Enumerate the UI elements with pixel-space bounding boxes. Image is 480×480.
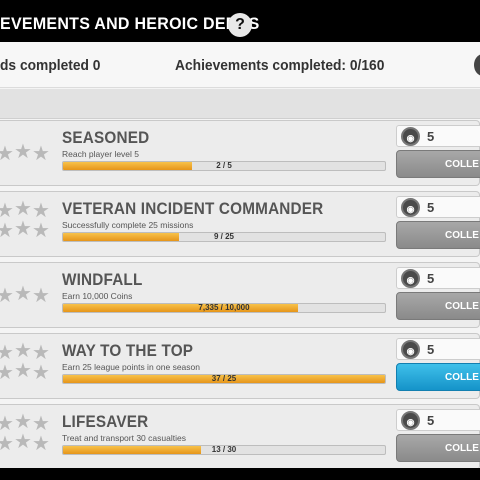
achievement-description: Treat and transport 30 casualties [62,433,186,443]
achievement-row: ★ ★ ★ ★ ★ ★ WAY TO THE TOP Earn 25 league poi… [0,333,480,399]
star-icon: ★ [0,433,14,455]
reward-value: 5 [427,200,435,215]
collect-button[interactable]: COLLE [396,150,480,178]
star-icon: ★ [14,198,32,220]
star-icon: ★ [0,220,14,242]
progress-bar: 9 / 25 [62,232,386,242]
star-icon: ★ [0,362,14,384]
star-icon: ★ [32,220,50,242]
stars-group: ★ ★ ★ [0,129,52,177]
star-icon: ★ [14,360,32,382]
reward-box: ◉ 5 [396,338,480,360]
star-icon: ★ [32,413,50,435]
reward-box: ◉ 5 [396,409,480,431]
achievement-name: SEASONED [62,128,150,147]
star-icon: ★ [0,200,14,222]
progress-bar: 2 / 5 [62,161,386,171]
progress-bar: 7,335 / 10,000 [62,303,386,313]
achievement-row: ★ ★ ★ WINDFALL Earn 10,000 Coins 7,335 / 1… [0,262,480,328]
collect-button[interactable]: COLLE [396,434,480,462]
achievement-row: ★ ★ ★ ★ ★ ★ VETERAN INCIDENT COMMANDER Succes… [0,191,480,257]
star-icon: ★ [32,342,50,364]
star-icon: ★ [32,143,50,165]
reward-value: 5 [427,129,435,144]
star-icon: ★ [14,340,32,362]
star-icon: ★ [0,413,14,435]
achievement-name: WAY TO THE TOP [62,341,194,360]
achievement-name: LIFESAVER [62,412,149,431]
section-divider [0,89,480,119]
title-bar: EVEMENTS AND HEROIC DEEDS ? [0,4,480,42]
bottom-border [0,468,480,480]
medal-icon: ◉ [401,340,420,359]
achievement-description: Earn 10,000 Coins [62,291,133,301]
achievement-row: ★ ★ ★ SEASONED Reach player level 5 2 / 5 … [0,120,480,186]
achievement-description: Successfully complete 25 missions [62,220,194,230]
deeds-completed-count: ds completed 0 [0,57,101,74]
achievements-completed-count: Achievements completed: 0/160 [175,57,385,74]
star-icon: ★ [32,285,50,307]
stars-group: ★ ★ ★ ★ ★ ★ [0,411,52,461]
collect-button[interactable]: COLLE [396,221,480,249]
achievement-name: VETERAN INCIDENT COMMANDER [62,199,324,218]
star-icon: ★ [0,285,14,307]
reward-box: ◉ 5 [396,125,480,147]
progress-text: 9 / 25 [213,232,234,241]
progress-text: 37 / 25 [211,374,237,383]
star-icon: ★ [14,141,32,163]
star-icon: ★ [0,342,14,364]
collect-button[interactable]: COLLE [396,363,480,391]
achievement-description: Earn 25 league points in one season [62,362,200,372]
reward-box: ◉ 5 [396,267,480,289]
stats-bar: ds completed 0 Achievements completed: 0… [0,42,480,88]
star-icon: ★ [14,283,32,305]
progress-text: 2 / 5 [216,161,232,170]
progress-text: 7,335 / 10,000 [198,303,250,312]
achievement-row: ★ ★ ★ ★ ★ ★ LIFESAVER Treat and transport 30 … [0,404,480,468]
achievement-description: Reach player level 5 [62,149,140,159]
close-icon[interactable] [474,54,480,76]
stars-group: ★ ★ ★ ★ ★ ★ [0,198,52,248]
progress-text: 13 / 30 [211,445,237,454]
star-icon: ★ [32,362,50,384]
reward-value: 5 [427,413,435,428]
star-icon: ★ [14,218,32,240]
medal-icon: ◉ [401,411,420,430]
page-title: EVEMENTS AND HEROIC DEEDS [0,14,260,33]
stars-group: ★ ★ ★ [0,271,52,319]
medal-icon: ◉ [401,198,420,217]
stars-group: ★ ★ ★ ★ ★ ★ [0,340,52,390]
reward-value: 5 [427,342,435,357]
achievements-panel: ds completed 0 Achievements completed: 0… [0,42,480,468]
question-icon[interactable]: ? [228,13,252,37]
star-icon: ★ [14,411,32,433]
progress-bar: 13 / 30 [62,445,386,455]
achievement-name: WINDFALL [62,270,143,289]
medal-icon: ◉ [401,127,420,146]
medal-icon: ◉ [401,269,420,288]
progress-bar: 37 / 25 [62,374,386,384]
achievements-screen: EVEMENTS AND HEROIC DEEDS ? ds completed… [0,0,480,480]
star-icon: ★ [32,433,50,455]
star-icon: ★ [14,431,32,453]
reward-value: 5 [427,271,435,286]
star-icon: ★ [0,143,14,165]
collect-button[interactable]: COLLE [396,292,480,320]
reward-box: ◉ 5 [396,196,480,218]
star-icon: ★ [32,200,50,222]
